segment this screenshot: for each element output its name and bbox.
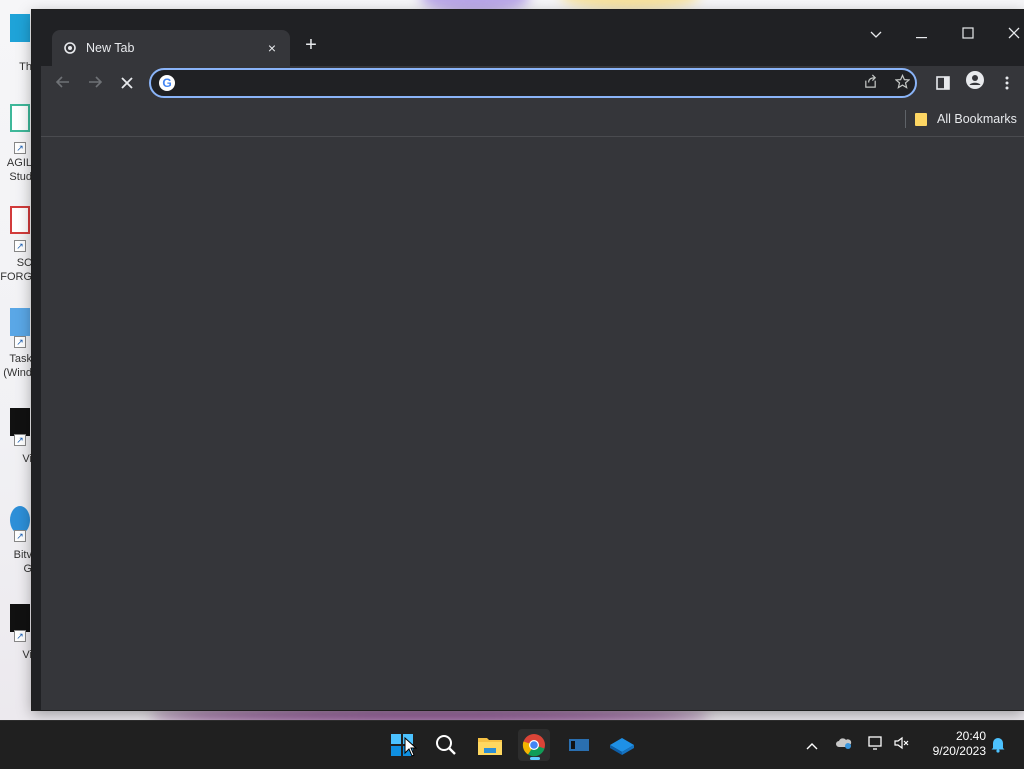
app-icon <box>10 14 30 42</box>
tab-close-button[interactable]: × <box>262 38 282 58</box>
taskbar: 20:40 9/20/2023 <box>0 720 1024 769</box>
close-button[interactable] <box>994 22 1024 46</box>
shortcut-arrow-icon: ↗ <box>14 240 26 252</box>
maximize-button[interactable] <box>948 22 988 46</box>
chevron-up-icon <box>806 743 818 750</box>
desktop-icon[interactable]: Th <box>0 14 34 74</box>
app-icon <box>569 739 589 751</box>
taskbar-app-button[interactable] <box>606 729 638 761</box>
all-bookmarks-button[interactable]: All Bookmarks <box>915 108 1017 130</box>
menu-kebab-icon[interactable] <box>993 70 1021 98</box>
desktop-icon-label: SC <box>16 257 32 269</box>
title-bar[interactable]: New Tab × + <box>41 10 1024 66</box>
desktop-icon[interactable]: ↗ AGIL Stud <box>0 104 34 188</box>
side-panel-button[interactable] <box>929 70 957 98</box>
app-icon <box>10 206 30 234</box>
app-icon <box>610 738 634 755</box>
taskbar-clock[interactable]: 20:40 9/20/2023 <box>920 729 986 759</box>
folder-icon <box>915 112 927 126</box>
desktop-icon-label: (Wind <box>3 367 32 379</box>
app-icon <box>10 408 30 436</box>
taskbar-search-button[interactable] <box>430 729 462 761</box>
cloud-icon <box>836 738 852 749</box>
minimize-button[interactable] <box>902 22 942 46</box>
tab-new-tab[interactable]: New Tab × <box>52 30 290 66</box>
desktop-icon-label: Stud <box>9 171 32 183</box>
desktop-icon[interactable]: ↗ Vi <box>0 604 34 664</box>
address-input[interactable] <box>183 72 837 96</box>
shortcut-arrow-icon: ↗ <box>14 434 26 446</box>
file-explorer-icon <box>478 738 502 755</box>
mouse-cursor-icon <box>404 737 418 757</box>
address-bar[interactable]: G <box>149 68 917 98</box>
clock-time: 20:40 <box>955 729 986 743</box>
task-manager-icon <box>10 308 30 336</box>
desktop-icon-label: G <box>23 563 32 575</box>
show-hidden-icons-button[interactable] <box>802 735 822 755</box>
profile-avatar[interactable] <box>961 70 989 98</box>
desktop-icon-label: FORG <box>0 271 32 283</box>
bookmark-label: All Bookmarks <box>937 112 1017 126</box>
clock-date: 9/20/2023 <box>932 744 986 758</box>
tab-title: New Tab <box>86 41 135 55</box>
share-icon[interactable] <box>859 73 881 95</box>
browser-toolbar: G <box>41 66 1024 102</box>
bookmarks-bar: All Bookmarks <box>41 102 1024 137</box>
desktop-icon-label: Th <box>19 61 32 73</box>
shortcut-arrow-icon: ↗ <box>14 530 26 542</box>
network-tray-button[interactable] <box>866 735 886 755</box>
shortcut-arrow-icon: ↗ <box>14 630 26 642</box>
back-button[interactable] <box>49 70 77 98</box>
wallpaper-blob <box>560 0 700 10</box>
bell-icon <box>991 738 1005 753</box>
desktop-icon-label: Bitv <box>13 549 32 561</box>
app-icon <box>10 604 30 632</box>
search-icon <box>436 735 456 755</box>
chrome-taskbar-button[interactable] <box>518 729 550 761</box>
browser-window: New Tab × + G All Bookmarks <box>32 10 1024 710</box>
tab-search-button[interactable] <box>856 22 896 46</box>
notifications-button[interactable] <box>988 735 1008 755</box>
network-icon <box>868 736 882 750</box>
google-icon: G <box>159 75 175 91</box>
bookmarks-separator <box>905 110 906 128</box>
desktop-icon[interactable]: ↗ Bitv G <box>0 506 34 590</box>
file-explorer-button[interactable] <box>474 729 506 761</box>
desktop-icon-label: Vi <box>22 453 32 465</box>
desktop-icon[interactable]: ↗ Task (Wind <box>0 308 34 392</box>
bookmark-star-icon[interactable] <box>891 73 913 95</box>
desktop-icon-label: Vi <box>22 649 32 661</box>
shortcut-arrow-icon: ↗ <box>14 142 26 154</box>
active-indicator <box>530 757 540 760</box>
shortcut-arrow-icon: ↗ <box>14 336 26 348</box>
onedrive-tray-button[interactable] <box>834 735 854 755</box>
desktop-icon[interactable]: ↗ SC FORG <box>0 206 34 290</box>
app-icon <box>10 104 30 132</box>
desktop-icon-label: Task <box>9 353 32 365</box>
new-tab-button[interactable]: + <box>299 34 323 58</box>
volume-muted-icon <box>894 736 909 750</box>
taskbar-app-button[interactable] <box>562 729 594 761</box>
window-border <box>32 10 41 710</box>
forward-button[interactable] <box>81 70 109 98</box>
stop-loading-button[interactable] <box>113 70 141 98</box>
volume-tray-button[interactable] <box>892 735 912 755</box>
desktop-icons: Th ↗ AGIL Stud ↗ SC FORG ↗ Task (Wind ↗ … <box>0 0 34 720</box>
desktop-icon-label: AGIL <box>6 157 32 169</box>
chrome-icon <box>64 42 76 54</box>
page-content[interactable] <box>41 137 1024 710</box>
desktop-icon[interactable]: ↗ Vi <box>0 408 34 468</box>
